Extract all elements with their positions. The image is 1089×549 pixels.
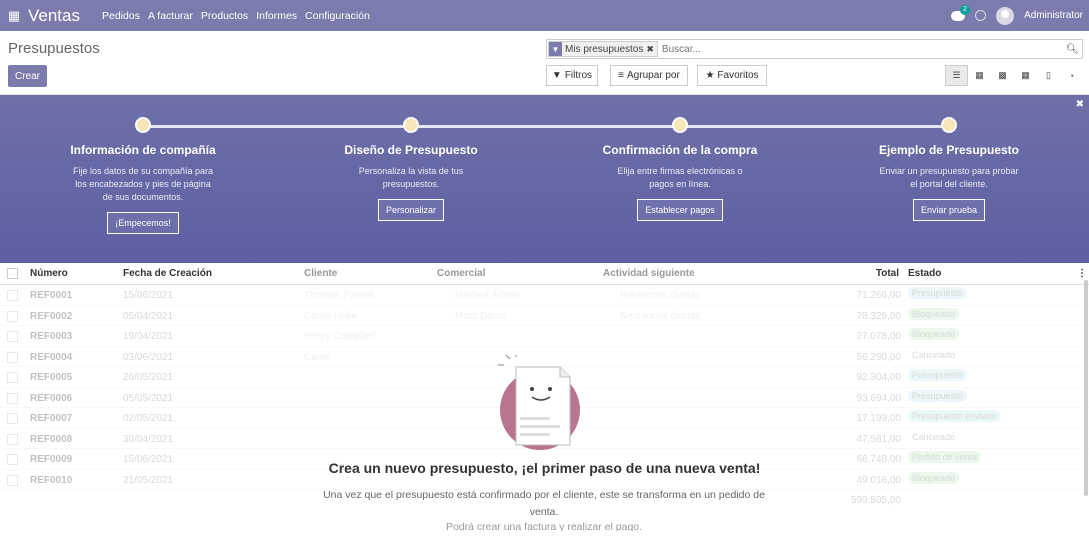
chat-count-badge: 2 bbox=[960, 4, 970, 15]
menu-item-a-facturar[interactable]: A facturar bbox=[148, 10, 193, 22]
close-icon[interactable]: ✖ bbox=[1076, 99, 1084, 110]
customize-button[interactable]: Personalizar bbox=[377, 199, 445, 221]
group-by-button[interactable]: ≡ Agrupar por bbox=[610, 65, 688, 86]
step-description: Elija entre firmas electrónicas o pagos e… bbox=[617, 166, 743, 189]
group-by-icon: ≡ bbox=[618, 70, 625, 81]
onboarding-step-layout: Diseño de Presupuesto Personaliza la vis… bbox=[326, 117, 496, 221]
create-button[interactable]: Crear bbox=[8, 65, 47, 87]
send-sample-button[interactable]: Enviar prueba bbox=[912, 199, 986, 221]
list-view-icon[interactable]: ☰ bbox=[945, 65, 968, 86]
step-title: Diseño de Presupuesto bbox=[344, 143, 478, 157]
activity-view-icon[interactable]: ◔ bbox=[1060, 65, 1083, 86]
step-description: Personaliza la vista de tus presupuestos. bbox=[358, 166, 464, 189]
menu-item-configuracion[interactable]: Configuración bbox=[305, 10, 370, 22]
col-total[interactable]: Total bbox=[876, 268, 899, 279]
no-content-description: Una vez que el presupuesto está confirma… bbox=[323, 489, 765, 518]
apps-menu-icon[interactable]: ▦ bbox=[0, 8, 28, 24]
user-avatar[interactable] bbox=[996, 6, 1015, 25]
filters-button[interactable]: ▼ Filtros bbox=[546, 65, 598, 86]
col-activity[interactable]: Actividad siguiente bbox=[603, 268, 695, 279]
step-dot bbox=[941, 117, 957, 133]
onboarding-progress-line bbox=[142, 125, 950, 128]
app-brand[interactable]: Ventas bbox=[28, 6, 80, 26]
kanban-view-icon[interactable]: ▦ bbox=[968, 65, 991, 86]
search-input[interactable] bbox=[657, 43, 1066, 55]
search-facet: ▼ Mis presupuestos ✖ bbox=[548, 41, 658, 57]
table-header: Número Fecha de Creación Cliente Comerci… bbox=[0, 263, 1089, 285]
no-content-title: Crea un nuevo presupuesto, ¡el primer pa… bbox=[328, 460, 761, 476]
filter-funnel-icon: ▼ bbox=[549, 42, 562, 56]
start-button[interactable]: ¡Empecemos! bbox=[107, 212, 179, 234]
main-menu: Pedidos A facturar Productos Informes Co… bbox=[102, 10, 370, 22]
step-title: Confirmación de la compra bbox=[602, 143, 758, 157]
page-title: Presupuestos bbox=[8, 40, 100, 57]
onboarding-banner: ✖ Información de compañía Fije los datos… bbox=[0, 95, 1089, 263]
no-content-description-2: Podrá crear una factura y realizar el pa… bbox=[445, 521, 643, 531]
onboarding-step-confirmation: Confirmación de la compra Elija entre fi… bbox=[595, 117, 765, 221]
col-client[interactable]: Cliente bbox=[304, 268, 337, 279]
empty-quote-illustration-icon bbox=[498, 355, 580, 450]
set-payments-button[interactable]: Establecer pagos bbox=[637, 199, 723, 221]
col-number[interactable]: Número bbox=[30, 268, 68, 279]
facet-label: Mis presupuestos bbox=[565, 43, 644, 55]
menu-item-productos[interactable]: Productos bbox=[201, 10, 248, 22]
control-panel: Presupuestos Crear ▼ Mis presupuestos ✖ … bbox=[0, 31, 1089, 95]
onboarding-step-company: Información de compañía Fije los datos d… bbox=[58, 117, 228, 234]
select-all-checkbox[interactable] bbox=[7, 268, 18, 279]
pivot-view-icon[interactable]: ▦ bbox=[1014, 65, 1037, 86]
search-icon[interactable]: 🔍︎ bbox=[1066, 44, 1082, 55]
chat-icon[interactable]: 2 bbox=[951, 4, 970, 21]
step-dot bbox=[135, 117, 151, 133]
col-salesperson[interactable]: Comercial bbox=[437, 268, 485, 279]
favorites-button[interactable]: ★ Favoritos bbox=[697, 65, 767, 86]
step-description: Fije los datos de su compañía para los en… bbox=[72, 166, 214, 202]
systray: 2 Administrator bbox=[951, 0, 1083, 31]
view-switcher: ☰ ▦ ▩ ▦ ▯ ◔ bbox=[945, 65, 1083, 86]
scrollbar[interactable] bbox=[1084, 280, 1088, 496]
facet-remove-icon[interactable]: ✖ bbox=[646, 44, 657, 55]
graph-view-icon[interactable]: ▯ bbox=[1037, 65, 1060, 86]
col-date[interactable]: Fecha de Creación bbox=[123, 268, 212, 279]
menu-item-informes[interactable]: Informes bbox=[256, 10, 297, 22]
onboarding-step-sample: Ejemplo de Presupuesto Enviar un presupu… bbox=[864, 117, 1034, 221]
menu-item-pedidos[interactable]: Pedidos bbox=[102, 10, 140, 22]
filter-icon: ▼ bbox=[551, 70, 562, 81]
step-dot bbox=[403, 117, 419, 133]
calendar-view-icon[interactable]: ▩ bbox=[991, 65, 1014, 86]
star-icon: ★ bbox=[705, 70, 715, 81]
search-bar: ▼ Mis presupuestos ✖ 🔍︎ bbox=[546, 39, 1083, 59]
step-title: Ejemplo de Presupuesto bbox=[878, 143, 1020, 157]
col-status[interactable]: Estado bbox=[908, 268, 941, 279]
step-title: Información de compañía bbox=[70, 143, 216, 157]
top-navbar: ▦ Ventas Pedidos A facturar Productos In… bbox=[0, 0, 1089, 31]
user-name[interactable]: Administrator bbox=[1024, 10, 1083, 21]
step-dot bbox=[672, 117, 688, 133]
activity-clock-icon[interactable] bbox=[975, 10, 987, 21]
optional-columns-icon[interactable]: ⋮ bbox=[1077, 268, 1087, 279]
step-description: Enviar un presupuesto para probar el port… bbox=[879, 166, 1019, 189]
